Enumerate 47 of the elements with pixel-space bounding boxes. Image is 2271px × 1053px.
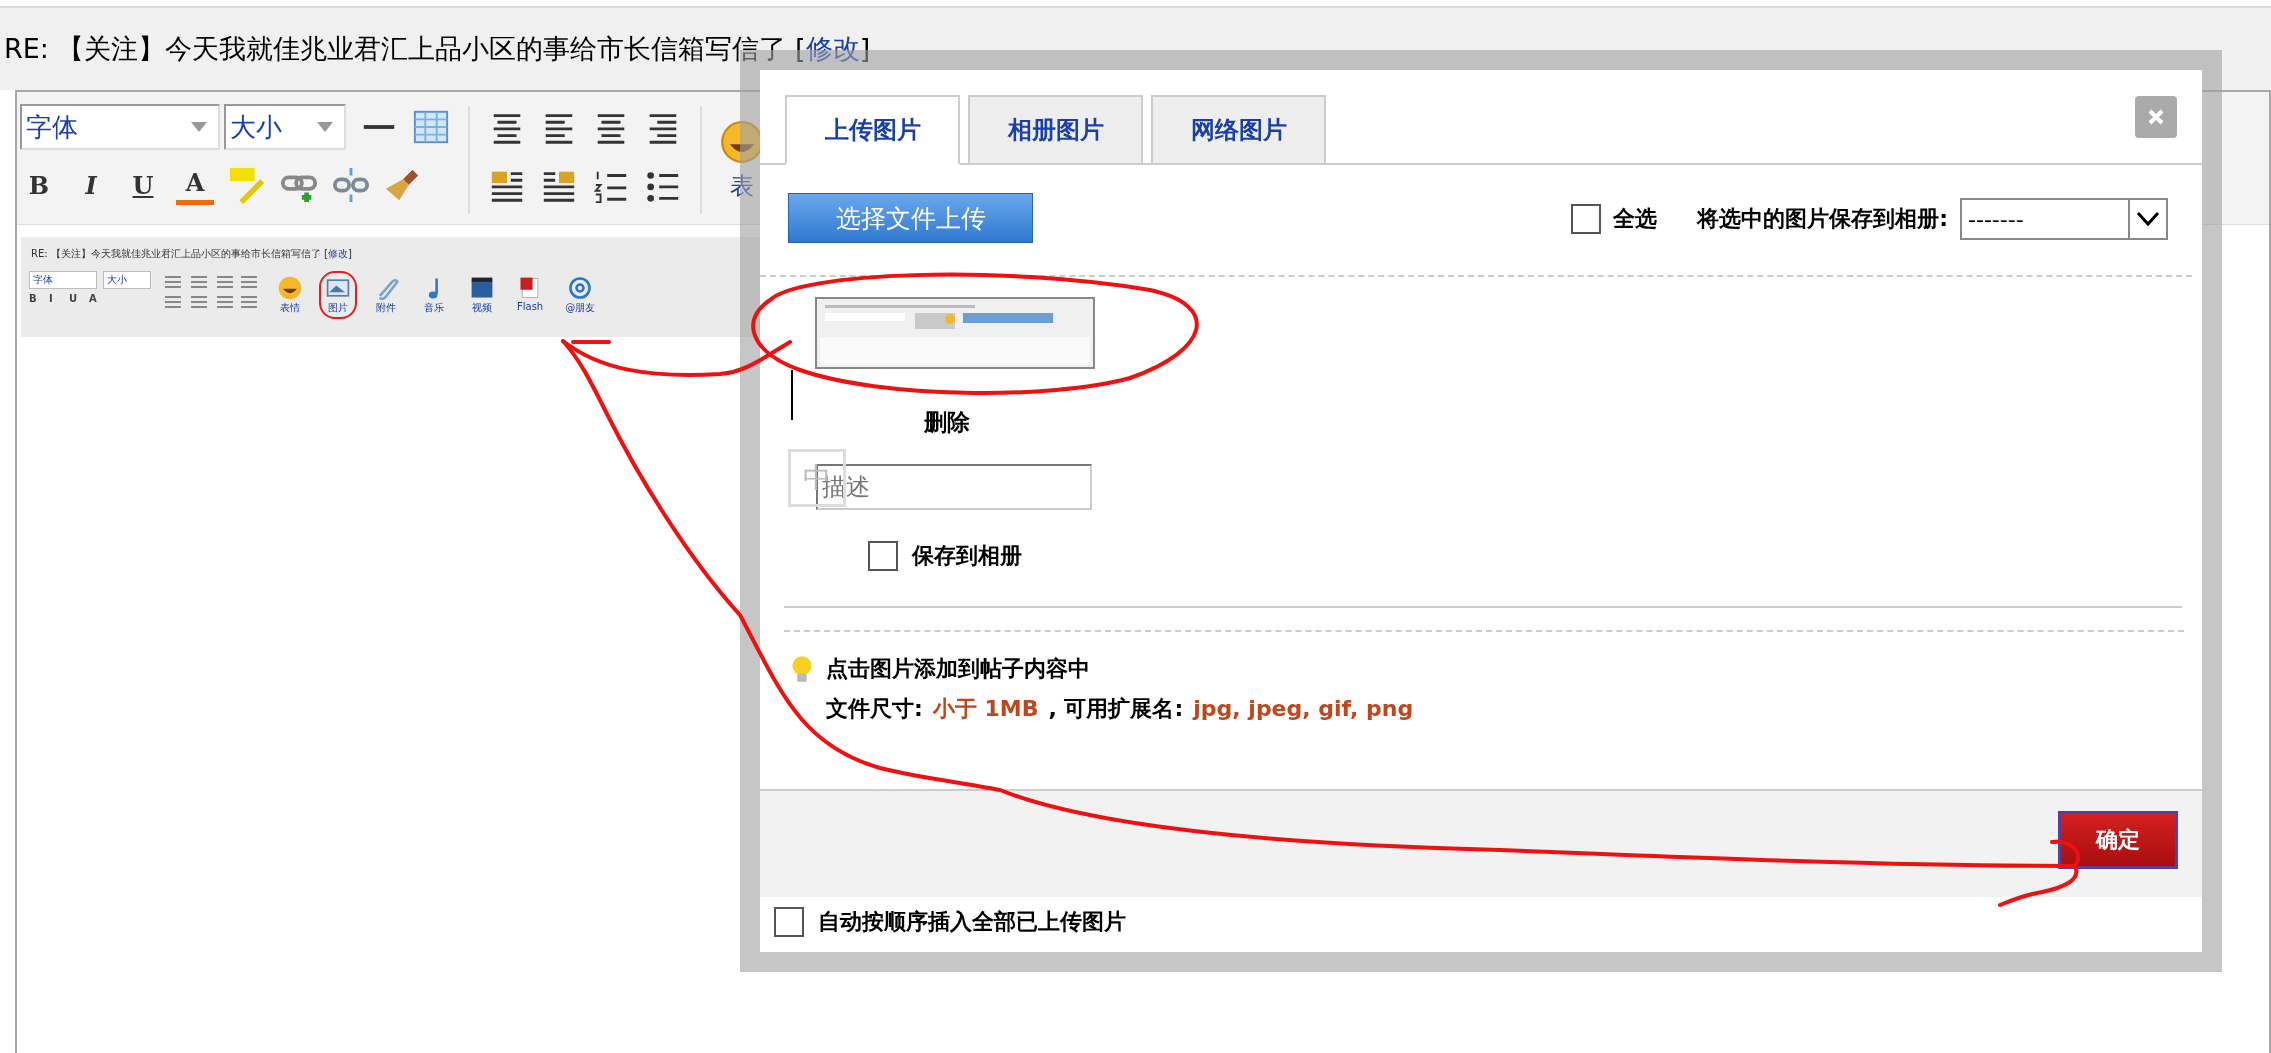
clapperboard-icon <box>469 275 495 301</box>
lightbulb-icon <box>790 654 814 684</box>
size-label: 文件尺寸: <box>826 695 923 723</box>
format-button[interactable]: I <box>72 165 110 205</box>
embedded-tool: @朋友 <box>559 271 602 319</box>
font-select[interactable]: 字体 <box>20 104 220 150</box>
embedded-tool: 附件 <box>367 271 405 319</box>
dialog-tab[interactable]: 相册图片 <box>968 95 1143 165</box>
format-button[interactable]: U <box>124 165 162 205</box>
dialog-tab[interactable]: 上传图片 <box>785 95 960 165</box>
format-letter: A <box>89 293 98 304</box>
delete-link[interactable]: 删除 <box>924 407 970 438</box>
at-sign-icon <box>567 275 594 301</box>
smiley-icon <box>277 275 303 301</box>
checkbox[interactable] <box>774 907 804 937</box>
format-button[interactable]: B <box>20 165 58 205</box>
embedded-tool: 图片 <box>319 271 357 319</box>
format-letter: B <box>29 293 38 304</box>
auto-insert-label: 自动按顺序插入全部已上传图片 <box>818 908 1126 936</box>
extension-label: , 可用扩展名: <box>1048 695 1184 723</box>
confirm-button[interactable]: 确定 <box>2058 811 2178 869</box>
embedded-tool: 音乐 <box>415 271 453 319</box>
album-select[interactable]: ------- <box>1960 198 2168 240</box>
caret-icon <box>316 122 334 132</box>
format-letter: I <box>49 293 54 304</box>
hint-text: 点击图片添加到帖子内容中 <box>826 655 1090 683</box>
checkbox[interactable] <box>1571 204 1602 234</box>
embedded-title: RE: 【关注】今天我就佳兆业君汇上品小区的事给市长信箱写信了 [修改] <box>30 247 353 261</box>
embedded-tool: 视频 <box>463 271 501 319</box>
embedded-tool: Flash <box>511 271 550 316</box>
close-icon <box>2146 107 2166 127</box>
save-to-album-label: 将选中的图片保存到相册: <box>1697 205 1948 233</box>
select-all-label: 全选 <box>1613 205 1658 233</box>
extension-value: jpg, jpeg, gif, png <box>1193 696 1414 721</box>
save-to-album-label: 保存到相册 <box>912 542 1022 570</box>
format-button[interactable]: A <box>176 165 214 205</box>
text-cursor <box>791 370 793 420</box>
edit-link[interactable]: 修改 <box>805 33 860 64</box>
caret-icon <box>190 122 208 132</box>
table-icon[interactable] <box>412 108 450 146</box>
unlink-icon[interactable] <box>332 166 370 204</box>
dialog-tab[interactable]: 网络图片 <box>1151 95 1326 165</box>
size-value: 小于 1MB <box>932 695 1039 723</box>
format-letter: U <box>69 293 79 304</box>
checkbox[interactable] <box>868 541 898 571</box>
embedded-tool: 表情 <box>271 271 309 319</box>
size-select[interactable]: 大小 <box>224 104 346 150</box>
